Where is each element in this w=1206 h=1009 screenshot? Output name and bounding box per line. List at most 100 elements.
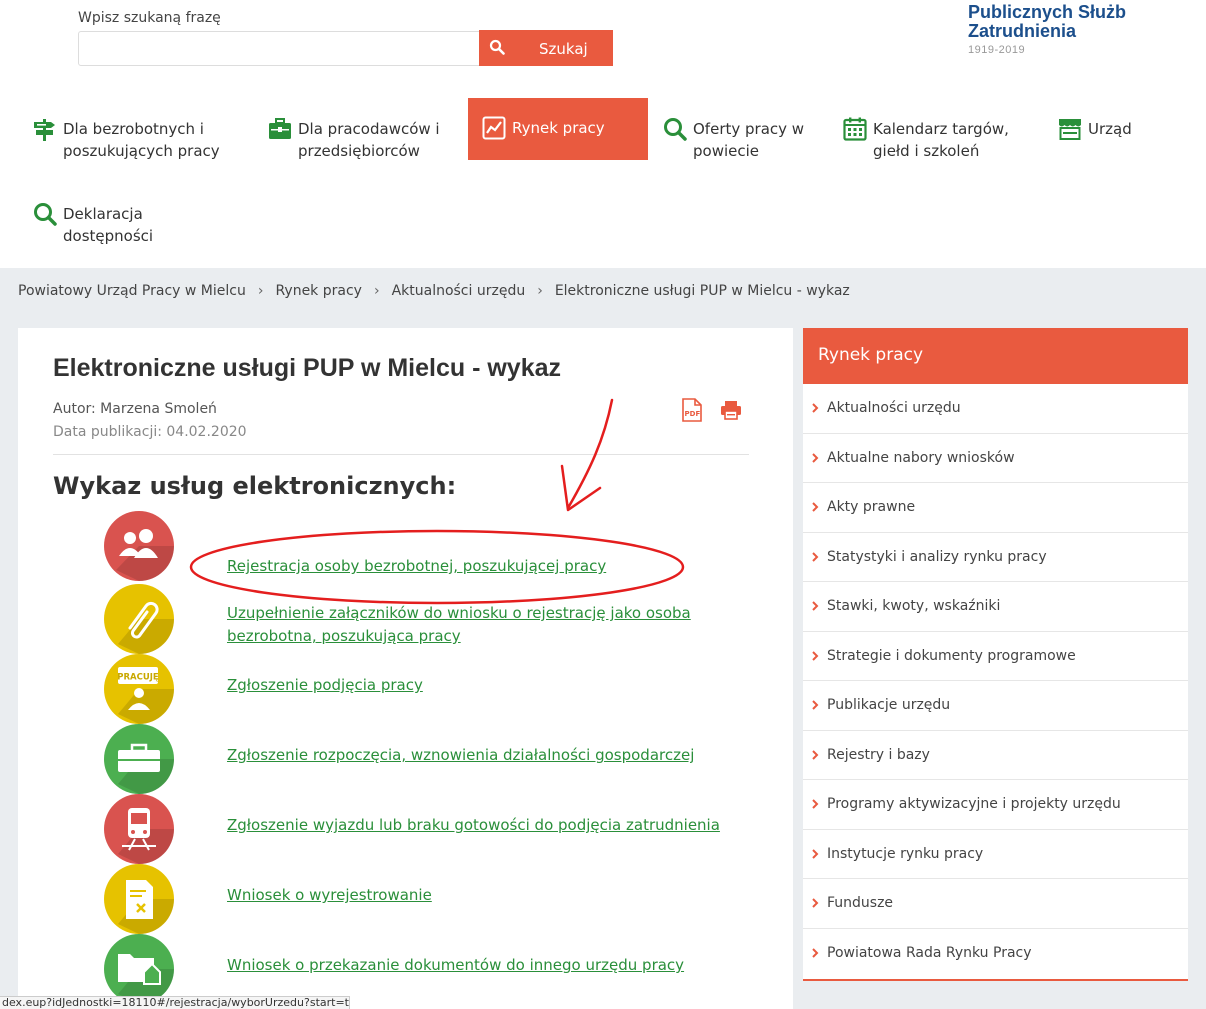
paperclip-icon [104, 584, 174, 654]
breadcrumb-item[interactable]: Aktualności urzędu [392, 283, 526, 299]
breadcrumb: Powiatowy Urząd Pracy w Mielcu › Rynek p… [18, 283, 850, 299]
search-icon [489, 39, 505, 55]
sidebar-item[interactable]: Strategie i dokumenty programowe [803, 632, 1188, 681]
search-label: Wpisz szukaną frazę [78, 10, 221, 26]
sidebar-item-label: Aktualne nabory wniosków [827, 449, 1015, 466]
nav-label-line-1: Dla bezrobotnych i [63, 120, 204, 138]
nav-label-line-1: Urząd [1088, 120, 1132, 138]
search-button[interactable]: Szukaj [479, 30, 613, 66]
service-link-deregistration[interactable]: Wniosek o wyrejestrowanie [227, 884, 432, 907]
nav-label-line-1: Deklaracja [63, 205, 143, 223]
service-link-line: Wniosek o przekazanie dokumentów do inne… [227, 956, 685, 974]
folder-transfer-icon [104, 934, 174, 1004]
sidebar-item[interactable]: Aktualne nabory wniosków [803, 434, 1188, 483]
pdf-icon[interactable]: PDF [681, 398, 703, 422]
sidebar-item[interactable]: Powiatowa Rada Rynku Pracy [803, 929, 1188, 979]
nav-label-line-2: giełd i szkoleń [873, 142, 980, 160]
sidebar-item-label: Statystyki i analizy rynku pracy [827, 548, 1047, 565]
sidebar-item-label: Publikacje urzędu [827, 697, 951, 714]
nav-label-line-1: Kalendarz targów, [873, 120, 1009, 138]
sidebar-item-label: Instytucje rynku pracy [827, 845, 984, 862]
building-icon [1059, 119, 1081, 140]
chevron-right-icon [812, 403, 819, 413]
print-icon[interactable] [720, 400, 742, 420]
chart-icon [482, 116, 506, 140]
calendar-icon [843, 117, 867, 141]
nav-label-line-2: powiecie [693, 142, 760, 160]
breadcrumb-item[interactable]: Rynek pracy [275, 283, 362, 299]
service-link-line: Zgłoszenie podjęcia pracy [227, 676, 423, 694]
nav-label-line-1: Dla pracodawców i [298, 120, 440, 138]
nav-item-calendar[interactable]: Kalendarz targów, giełd i szkoleń [843, 117, 1009, 162]
sidebar-item-label: Strategie i dokumenty programowe [827, 647, 1076, 664]
service-link-job-start[interactable]: Zgłoszenie podjęcia pracy [227, 674, 423, 697]
sidebar-item[interactable]: Statystyki i analizy rynku pracy [803, 533, 1188, 582]
sidebar-item-label: Akty prawne [827, 499, 916, 516]
sidebar-item[interactable]: Programy aktywizacyjne i projekty urzędu [803, 780, 1188, 830]
briefcase-icon [269, 118, 291, 139]
chevron-right-icon [812, 552, 819, 562]
briefcase-icon [104, 724, 174, 794]
sidebar-item-label: Stawki, kwoty, wskaźniki [827, 598, 1001, 615]
nav-item-job-offers[interactable]: Oferty pracy w powiecie [663, 118, 804, 162]
service-link-line: Rejestracja osoby bezrobotnej, poszukują… [227, 557, 607, 575]
sidebar-item[interactable]: Stawki, kwoty, wskaźniki [803, 582, 1188, 632]
breadcrumb-current: Elektroniczne usługi PUP w Mielcu - wyka… [554, 283, 850, 299]
service-link-transfer[interactable]: Wniosek o przekazanie dokumentów do inne… [227, 954, 684, 977]
chevron-right-icon [812, 651, 819, 661]
train-icon [104, 794, 174, 864]
service-link-attachments[interactable]: Uzupełnienie załączników do wniosku o re… [227, 602, 691, 648]
sidebar-item-label: Powiatowa Rada Rynku Pracy [827, 945, 1032, 962]
sidebar-title: Rynek pracy [803, 328, 1188, 384]
section-title: Wykaz usług elektronicznych: [53, 472, 457, 500]
sidebar-item[interactable]: Publikacje urzędu [803, 681, 1188, 731]
sidebar-item[interactable]: Aktualności urzędu [803, 384, 1188, 434]
nav-item-accessibility[interactable]: Deklaracja dostępności [33, 203, 153, 247]
sidebar-item[interactable]: Akty prawne [803, 483, 1188, 533]
sidebar-item[interactable]: Rejestry i bazy [803, 731, 1188, 780]
service-link-registration[interactable]: Rejestracja osoby bezrobotnej, poszukują… [227, 555, 606, 578]
sidebar-item-label: Rejestry i bazy [827, 746, 930, 763]
chevron-right-icon [812, 700, 819, 710]
nav-item-employers[interactable]: Dla pracodawców i przedsiębiorców [268, 118, 440, 162]
sidebar-item[interactable]: Fundusze [803, 879, 1188, 929]
divider [53, 454, 749, 455]
search-icon [664, 118, 687, 141]
logo-line-2: Zatrudnienia [968, 21, 1077, 41]
article-date: Data publikacji: 04.02.2020 [53, 424, 247, 440]
people-icon [104, 511, 174, 581]
nav-item-unemployed[interactable]: Dla bezrobotnych i poszukujących pracy [33, 118, 220, 162]
nav-label-line-2: dostępności [63, 227, 154, 245]
service-link-line: Zgłoszenie rozpoczęcia, wznowienia dział… [227, 746, 695, 764]
sidebar: Rynek pracy Aktualności urzędu Aktualne … [803, 328, 1188, 981]
breadcrumb-separator: › [373, 283, 380, 299]
document-x-icon [104, 864, 174, 934]
nav-item-labor-market[interactable]: Rynek pracy [468, 98, 648, 160]
nav-label-line-1: Rynek pracy [512, 119, 605, 137]
chevron-right-icon [812, 453, 819, 463]
sidebar-item[interactable]: Instytucje rynku pracy [803, 830, 1188, 879]
service-link-line: bezrobotna, poszukująca pracy [227, 627, 461, 645]
sidebar-item-label: Programy aktywizacyjne i projekty urzędu [827, 796, 1121, 813]
status-bar-url: dex.eup?idJednostki=18110#/rejestracja/w… [0, 996, 350, 1009]
service-link-business[interactable]: Zgłoszenie rozpoczęcia, wznowienia dział… [227, 744, 694, 767]
chevron-right-icon [812, 849, 819, 859]
chevron-right-icon [812, 750, 819, 760]
search-icon [34, 203, 57, 226]
nav-item-office[interactable]: Urząd [1058, 118, 1132, 141]
worker-icon: PRACUJĘ [104, 654, 174, 724]
service-link-line: Zgłoszenie wyjazdu lub braku gotowości d… [227, 816, 720, 834]
logo[interactable]: Publicznych Służb Zatrudnienia 1919-2019 [968, 2, 1206, 57]
nav-label-line-1: Oferty pracy w [693, 120, 805, 138]
service-link-departure[interactable]: Zgłoszenie wyjazdu lub braku gotowości d… [227, 814, 720, 837]
chevron-right-icon [812, 898, 819, 908]
nav-label-line-2: przedsiębiorców [298, 142, 420, 160]
page-title: Elektroniczne usługi PUP w Mielcu - wyka… [53, 354, 562, 382]
search-input[interactable] [78, 31, 480, 66]
nav-label-line-2: poszukujących pracy [63, 142, 220, 160]
search-button-label: Szukaj [539, 40, 588, 58]
breadcrumb-item[interactable]: Powiatowy Urząd Pracy w Mielcu [18, 283, 246, 299]
breadcrumb-separator: › [537, 283, 543, 299]
logo-line-1: Publicznych Służb [968, 2, 1127, 22]
sidebar-item-label: Fundusze [827, 895, 894, 912]
